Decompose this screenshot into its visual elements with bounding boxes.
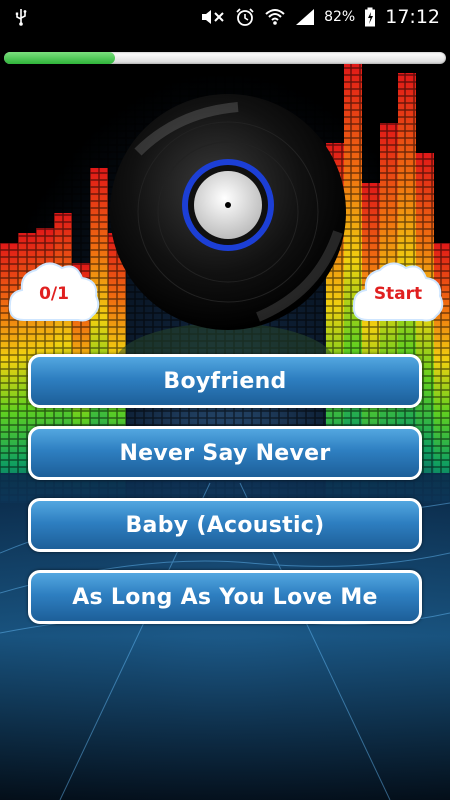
- usb-icon: [14, 8, 28, 26]
- start-button[interactable]: Start: [350, 254, 446, 328]
- progress-bar: [4, 52, 446, 64]
- mute-icon: [200, 8, 226, 26]
- clock: 17:12: [385, 5, 440, 28]
- vinyl-record-icon[interactable]: [108, 92, 348, 332]
- battery-percent: 82%: [324, 8, 356, 25]
- progress-fill: [4, 52, 115, 64]
- answer-button-2[interactable]: Never Say Never: [28, 426, 422, 480]
- score-cloud: 0/1: [6, 254, 102, 328]
- battery-icon: [364, 7, 376, 27]
- answer-button-1[interactable]: Boyfriend: [28, 354, 422, 408]
- score-label: 0/1: [39, 284, 69, 304]
- start-label: Start: [373, 284, 423, 304]
- wifi-icon: [264, 8, 286, 26]
- status-bar: 82% 17:12: [0, 0, 450, 33]
- alarm-icon: [235, 7, 255, 27]
- answer-list: Boyfriend Never Say Never Baby (Acoustic…: [28, 354, 422, 642]
- signal-icon: [295, 8, 315, 26]
- answer-button-4[interactable]: As Long As You Love Me: [28, 570, 422, 624]
- answer-button-3[interactable]: Baby (Acoustic): [28, 498, 422, 552]
